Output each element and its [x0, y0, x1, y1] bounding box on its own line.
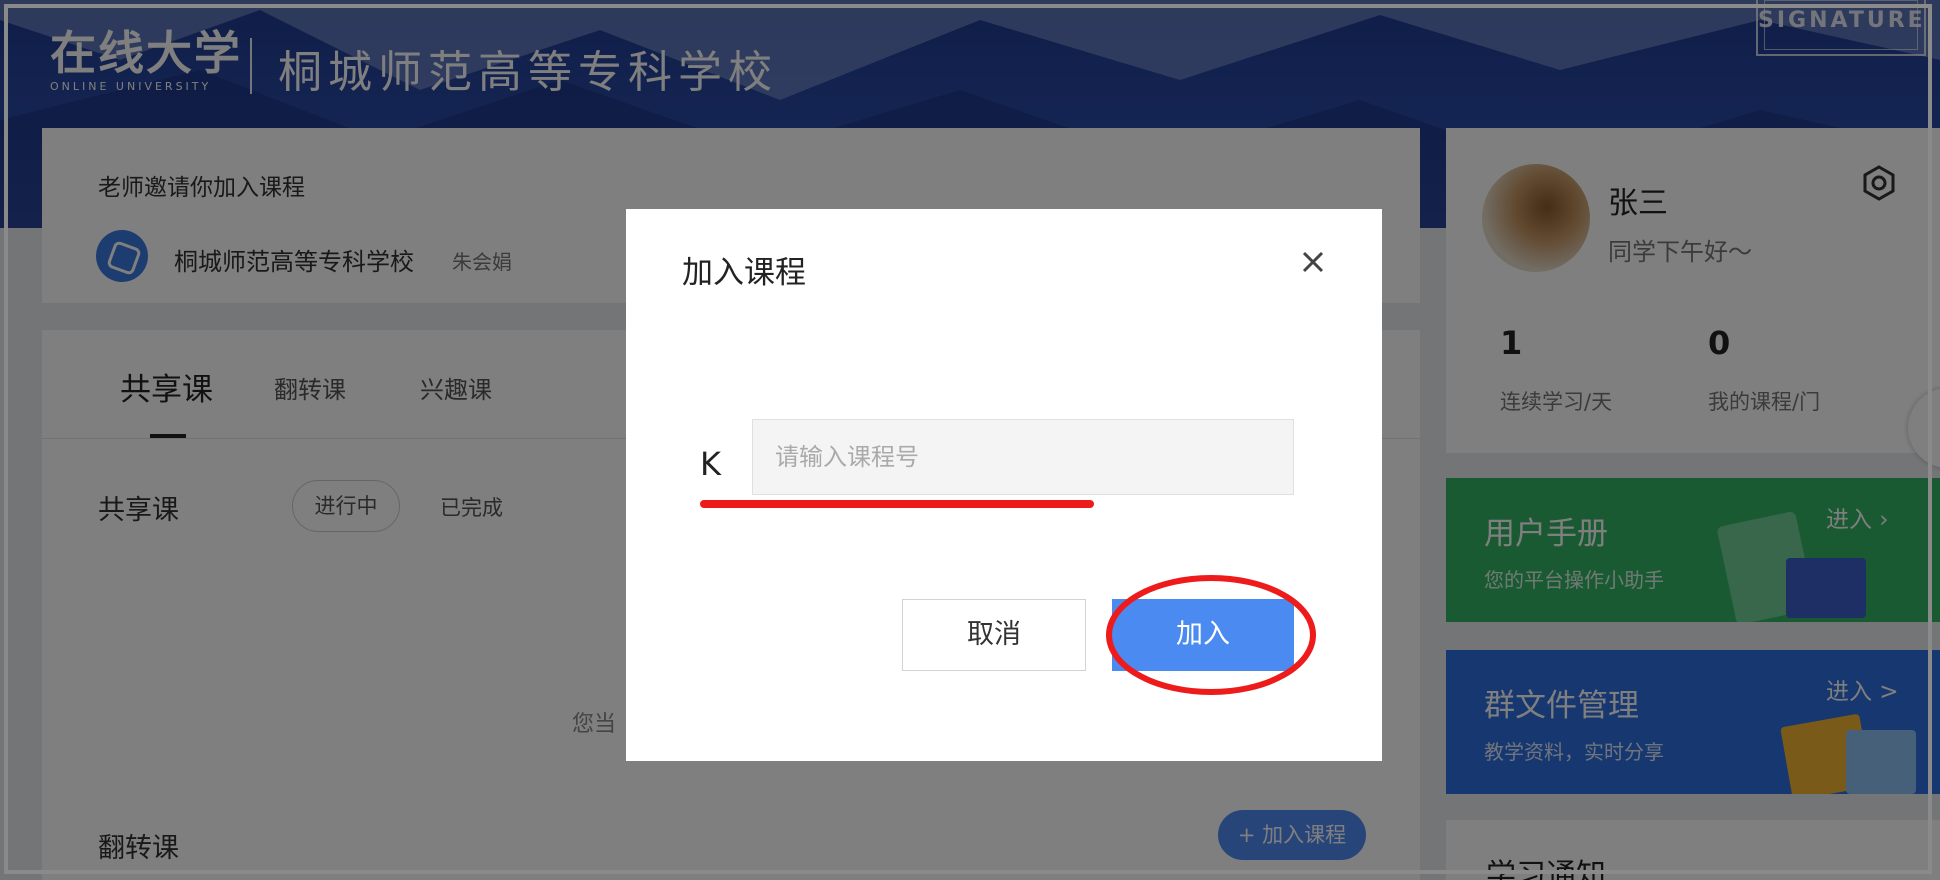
annotation-circle: [1106, 575, 1316, 695]
cancel-button[interactable]: 取消: [902, 599, 1086, 671]
annotation-underline: [700, 500, 1094, 508]
typed-course-code: K: [700, 445, 721, 483]
close-icon[interactable]: [1296, 245, 1330, 279]
course-code-input[interactable]: [752, 419, 1294, 495]
dialog-title: 加入课程: [682, 255, 806, 291]
join-course-dialog: 加入课程 K 取消 加入: [626, 209, 1382, 761]
